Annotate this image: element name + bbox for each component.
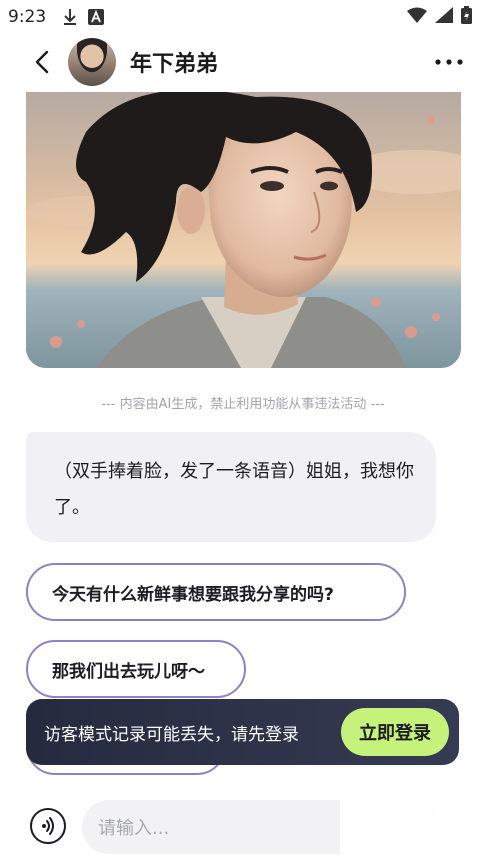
character-avatar[interactable]	[68, 38, 116, 86]
signal-icon	[435, 7, 453, 27]
message-input-placeholder: 请输入...	[98, 818, 170, 839]
suggested-reply-text: 今天有什么新鲜事想要跟我分享的吗?	[52, 584, 334, 605]
download-icon	[62, 8, 78, 26]
toast-message: 访客模式记录可能丢失，请先登录	[44, 724, 299, 745]
a-badge-icon	[88, 9, 105, 25]
suggested-reply[interactable]: 那我们出去玩儿呀～	[26, 640, 246, 698]
more-button[interactable]	[432, 45, 466, 79]
chevron-left-icon	[35, 50, 49, 74]
status-bar: 9:23	[0, 0, 486, 34]
message-input[interactable]: 请输入...	[82, 800, 442, 854]
voice-input-button[interactable]	[30, 808, 66, 844]
character-name: 年下弟弟	[130, 52, 219, 77]
voice-wave-icon	[42, 817, 54, 835]
back-button[interactable]	[22, 42, 62, 82]
wifi-icon	[407, 7, 427, 27]
suggested-reply-text: 那我们出去玩儿呀～	[52, 661, 205, 682]
ai-message-text: （双手捧着脸，发了一条语音）姐姐，我想你了。	[54, 461, 414, 518]
character-portrait-image	[26, 92, 461, 368]
chat-header: 年下弟弟	[0, 34, 486, 90]
suggested-reply[interactable]: 今天有什么新鲜事想要跟我分享的吗?	[26, 563, 406, 621]
status-time: 9:23	[8, 7, 47, 27]
ai-message-bubble: （双手捧着脸，发了一条语音）姐姐，我想你了。	[26, 432, 436, 542]
battery-icon	[461, 6, 472, 28]
guest-mode-toast: 访客模式记录可能丢失，请先登录 立即登录	[26, 699, 459, 765]
login-button[interactable]: 立即登录	[341, 708, 449, 756]
more-horizontal-icon	[435, 59, 463, 65]
ai-disclaimer: --- 内容由AI生成，禁止利用功能从事违法活动 ---	[101, 397, 385, 412]
